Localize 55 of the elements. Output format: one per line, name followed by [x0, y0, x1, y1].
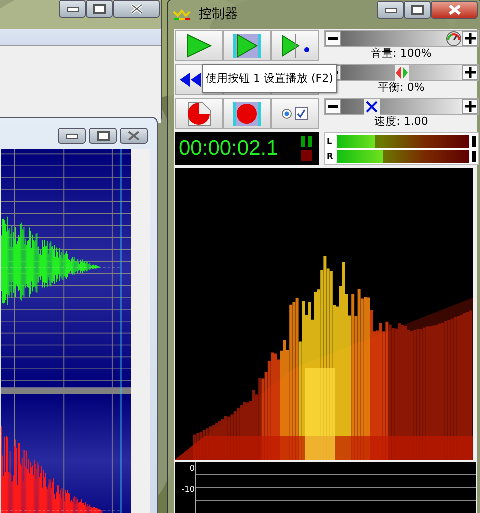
decrease-button[interactable]: [325, 31, 341, 46]
play-to-cursor-button[interactable]: [271, 30, 319, 61]
close-icon: [127, 131, 141, 141]
time-readout: 00:00:02.1: [179, 136, 278, 160]
plus-icon: [464, 101, 476, 112]
minimize-button[interactable]: [59, 0, 86, 18]
app-icon: [173, 8, 191, 20]
slider-label: 音量: 100%: [371, 47, 432, 60]
maximize-button[interactable]: [89, 128, 117, 144]
slider[interactable]: [324, 30, 479, 47]
slider-label: 平衡: 0%: [378, 81, 425, 94]
slider[interactable]: [324, 98, 479, 115]
record-icon: [185, 100, 213, 126]
channel-label: R: [327, 152, 334, 160]
close-icon: [130, 4, 144, 14]
close-button[interactable]: [113, 0, 160, 18]
close-button[interactable]: [120, 128, 148, 144]
minus-icon: [328, 105, 338, 108]
axis-label: -10: [182, 485, 195, 494]
record-range-icon: [231, 100, 263, 126]
tooltip: 使用按钮 1 设置播放 (F2): [202, 64, 338, 93]
status-indicator-icon: [301, 136, 313, 162]
record-button[interactable]: [175, 98, 223, 129]
maximize-button[interactable]: [86, 0, 113, 18]
play-icon: [185, 34, 213, 58]
maximize-button[interactable]: [404, 1, 431, 19]
minus-icon: [328, 37, 338, 40]
minimize-button[interactable]: [58, 128, 86, 144]
plus-icon: [464, 67, 476, 78]
peak-marker: [472, 150, 476, 162]
slider-label: 速度: 1.00: [374, 115, 428, 128]
minimize-button[interactable]: [377, 1, 404, 19]
cross-icon[interactable]: [364, 99, 380, 114]
increase-button[interactable]: [462, 65, 478, 80]
plus-icon: [464, 33, 476, 44]
play-range-icon: [231, 32, 263, 58]
peak-marker: [472, 136, 476, 146]
radio-button[interactable]: [282, 108, 292, 118]
gauge-icon[interactable]: [446, 31, 462, 46]
channel-label: L: [327, 136, 334, 146]
increase-button[interactable]: [462, 99, 478, 114]
play-selection-button[interactable]: [223, 30, 271, 61]
play-button[interactable]: [175, 30, 223, 61]
options-button[interactable]: [271, 98, 319, 129]
record-selection-button[interactable]: [223, 98, 271, 129]
window-title: 控制器: [199, 6, 238, 23]
decrease-button[interactable]: [325, 99, 341, 114]
balance-icon[interactable]: [394, 65, 410, 80]
checkmark-icon: [296, 108, 307, 119]
rewind-icon: [179, 72, 203, 88]
close-icon: [448, 5, 462, 15]
close-button[interactable]: [431, 1, 478, 19]
axis-label: 0: [190, 464, 195, 473]
checkbox[interactable]: [295, 107, 308, 120]
increase-button[interactable]: [462, 31, 478, 46]
